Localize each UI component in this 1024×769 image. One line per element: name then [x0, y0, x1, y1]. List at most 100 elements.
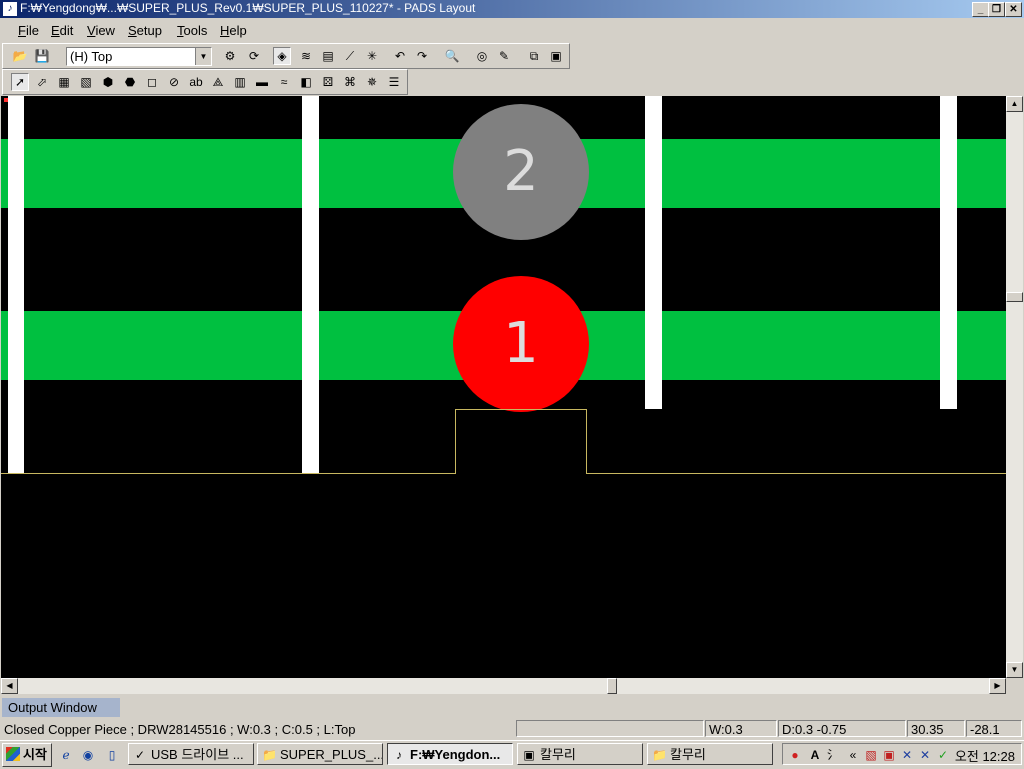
status-y-coord: -28.1: [966, 720, 1022, 737]
tray-check-icon[interactable]: ✓: [935, 747, 951, 763]
properties-icon[interactable]: ⚙: [221, 47, 239, 65]
task-kalmuri-app[interactable]: ▣ 칼무리: [517, 743, 643, 765]
report-icon[interactable]: ☰: [385, 73, 403, 91]
select-mode-icon[interactable]: ⬀: [33, 73, 51, 91]
pads-app-icon[interactable]: ♪: [3, 2, 17, 16]
copper-strip-2[interactable]: [302, 96, 319, 474]
board-outline-icon[interactable]: ◧: [297, 73, 315, 91]
copper-strip-4[interactable]: [940, 96, 957, 409]
windows-logo-icon: [6, 747, 20, 761]
scroll-right-icon[interactable]: ▶: [989, 678, 1006, 694]
horizontal-scroll-thumb[interactable]: [607, 678, 617, 694]
design-toolbar-icon[interactable]: ◈: [273, 47, 291, 65]
layer-select[interactable]: (H) Top ▼: [66, 47, 212, 66]
task-kalmuri-folder-label: 칼무리: [670, 747, 706, 762]
redraw-icon[interactable]: ⟳: [245, 47, 263, 65]
network-disconnected-icon[interactable]: ✕: [899, 747, 915, 763]
drive-icon[interactable]: ▯: [104, 747, 120, 763]
spoke-icon[interactable]: ✵: [363, 73, 381, 91]
hatch-icon[interactable]: ⬣: [121, 73, 139, 91]
keepout-icon[interactable]: ◻: [143, 73, 161, 91]
internet-explorer-icon[interactable]: ℯ: [58, 747, 74, 763]
maximize-button[interactable]: ❐: [988, 2, 1005, 17]
network-disconnected-2-icon[interactable]: ✕: [917, 747, 933, 763]
task-usb-label: USB 드라이브 ...: [151, 747, 244, 762]
menu-setup[interactable]: Setup: [128, 23, 162, 38]
brush-icon[interactable]: ✎: [495, 47, 513, 65]
folder-icon: 📁: [262, 748, 277, 762]
menu-tools[interactable]: Tools: [177, 23, 207, 38]
minimize-button[interactable]: _: [972, 2, 989, 17]
origin-marker: [4, 98, 8, 102]
copper-icon[interactable]: ▦: [55, 73, 73, 91]
ecoroute-icon[interactable]: ✳: [363, 47, 381, 65]
task-usb-drive[interactable]: ✓ USB 드라이브 ...: [128, 743, 254, 765]
scroll-left-icon[interactable]: ◀: [1, 678, 18, 694]
browser-icon[interactable]: ◉: [80, 747, 96, 763]
vertical-scroll-thumb[interactable]: [1006, 292, 1023, 302]
ime-hanja-icon[interactable]: 氵: [825, 747, 841, 763]
start-button[interactable]: 시작: [2, 743, 52, 767]
menu-edit-key: E: [51, 23, 60, 38]
closed-copper-outline-notch[interactable]: [455, 409, 587, 474]
menu-setup-rest: etup: [136, 23, 162, 38]
task-super-plus-folder[interactable]: 📁 SUPER_PLUS_...: [257, 743, 383, 765]
horizontal-scrollbar[interactable]: ◀ ▶: [1, 678, 1006, 694]
chevron-down-icon[interactable]: ▼: [195, 48, 211, 65]
ati-icon[interactable]: ▣: [881, 747, 897, 763]
tray-app-icon[interactable]: ▧: [863, 747, 879, 763]
layout-icon[interactable]: ▤: [319, 47, 337, 65]
2d-line-icon[interactable]: ⟁: [209, 73, 227, 91]
standard-toolbar: 📂 💾 (H) Top ▼ ⚙ ⟳ ◈ ≋ ▤ ⟋ ✳ ↶ ↷ 🔍 ◎ ✎ ⧉ …: [2, 43, 570, 69]
die-icon[interactable]: ⚄: [319, 73, 337, 91]
copper-cutout-icon[interactable]: ▧: [77, 73, 95, 91]
pour-manager-icon[interactable]: ≋: [297, 47, 315, 65]
route-icon[interactable]: ⟋: [341, 47, 359, 65]
jumper-icon[interactable]: ≈: [275, 73, 293, 91]
scroll-down-icon[interactable]: ▼: [1006, 662, 1023, 678]
task-pads-layout[interactable]: ♪ F:₩Yengdon...: [387, 743, 513, 765]
component-icon[interactable]: ▬: [253, 73, 271, 91]
copper-strip-3[interactable]: [645, 96, 662, 409]
session-icon[interactable]: ⧉: [525, 47, 543, 65]
scroll-up-icon[interactable]: ▲: [1006, 96, 1023, 112]
redo-icon[interactable]: ↷: [413, 47, 431, 65]
menu-edit[interactable]: Edit: [51, 23, 73, 38]
copper-strip-1[interactable]: [8, 96, 24, 474]
copper-pour-icon[interactable]: ⬢: [99, 73, 117, 91]
zoom-icon[interactable]: 🔍: [443, 47, 461, 65]
pad-2[interactable]: 2: [453, 104, 589, 240]
text-icon[interactable]: ab: [187, 73, 205, 91]
close-button[interactable]: ✕: [1005, 2, 1022, 17]
task-kalmuri-folder[interactable]: 📁 칼무리: [647, 743, 773, 765]
layer-select-value: (H) Top: [70, 49, 113, 64]
vertical-scrollbar[interactable]: ▲ ▼: [1006, 96, 1023, 678]
closed-copper-outline-right[interactable]: [586, 473, 1006, 474]
menu-edit-rest: dit: [59, 23, 74, 38]
status-x-coord: 30.35: [907, 720, 965, 737]
output-window-tab[interactable]: Output Window: [2, 698, 120, 717]
window-icon[interactable]: ▣: [547, 47, 565, 65]
menu-file-rest: ile: [25, 23, 39, 38]
menu-file[interactable]: File: [18, 23, 39, 38]
save-icon[interactable]: 💾: [33, 47, 51, 65]
ime-mode-icon[interactable]: A: [807, 747, 823, 763]
ime-flag-icon[interactable]: ●: [787, 747, 803, 763]
view-nets-icon[interactable]: ◎: [473, 47, 491, 65]
library-icon[interactable]: ▥: [231, 73, 249, 91]
usb-icon: ✓: [134, 748, 146, 762]
task-super-plus-label: SUPER_PLUS_...: [280, 747, 383, 762]
tray-expand-icon[interactable]: «: [845, 747, 861, 763]
via-icon[interactable]: ⌘: [341, 73, 359, 91]
pcb-canvas[interactable]: 2 1: [1, 96, 1006, 678]
undo-icon[interactable]: ↶: [391, 47, 409, 65]
open-folder-icon[interactable]: 📂: [11, 47, 29, 65]
menu-view[interactable]: View: [87, 23, 115, 38]
menu-help[interactable]: Help: [220, 23, 247, 38]
taskbar-clock[interactable]: 오전 12:28: [955, 746, 1015, 765]
no-entry-icon[interactable]: ⊘: [165, 73, 183, 91]
pad-1[interactable]: 1: [453, 276, 589, 412]
closed-copper-outline-left[interactable]: [1, 473, 455, 474]
select-arrow-icon[interactable]: ➚: [11, 73, 29, 91]
status-width: W:0.3: [705, 720, 777, 737]
